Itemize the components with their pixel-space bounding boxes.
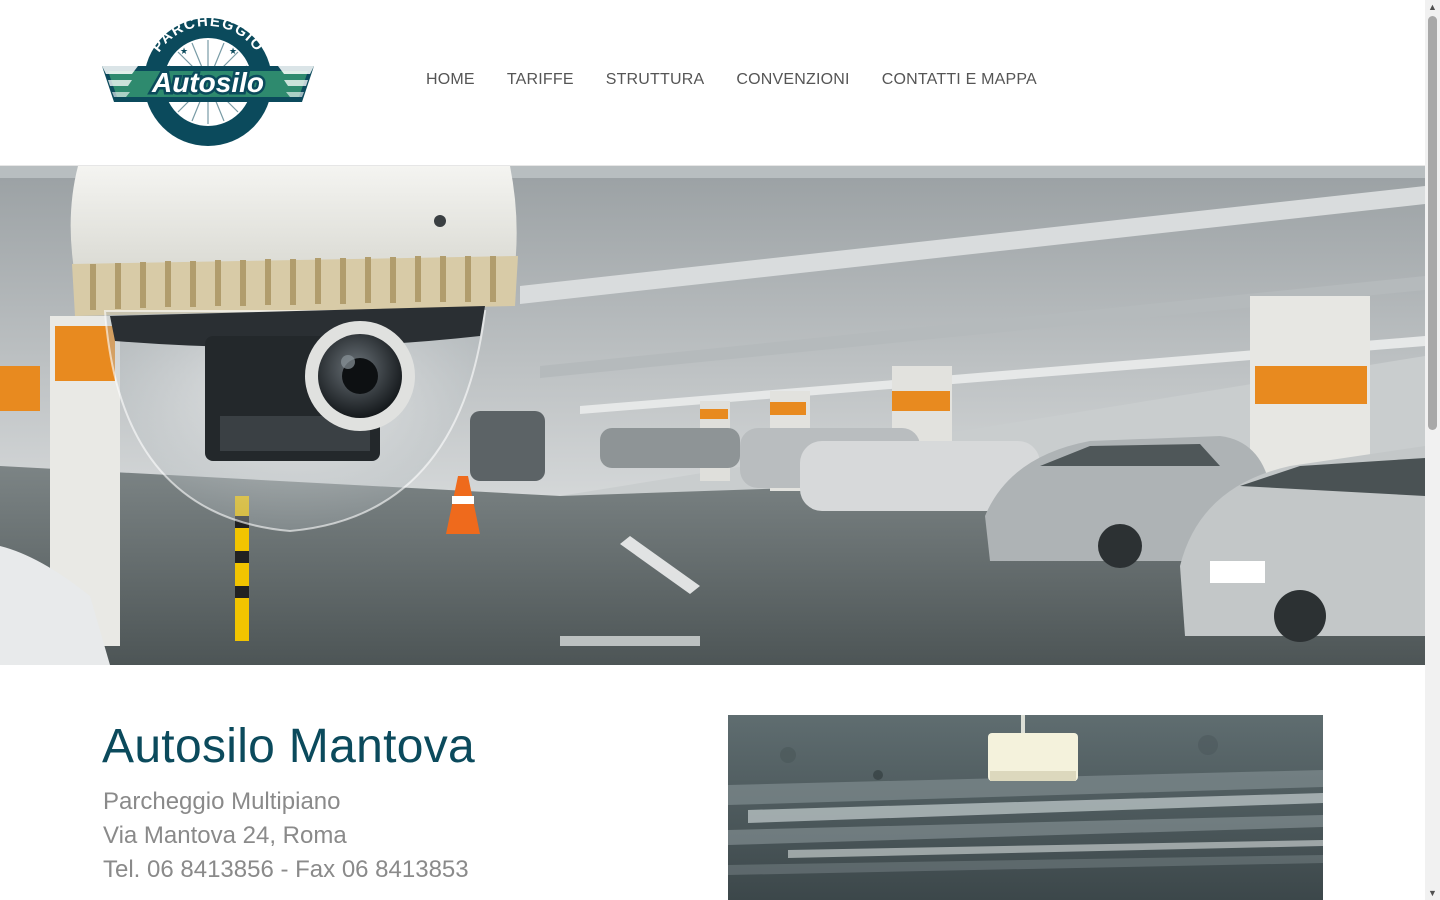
parking-ceiling-photo [728,715,1323,900]
intro-section: Autosilo Mantova Parcheggio Multipiano V… [0,665,1425,900]
scrollbar-thumb[interactable] [1428,16,1437,430]
site-header: PARCHEGGIO VIA MANTOVA - ROMA Autosilo ★… [0,0,1425,166]
hero-parking-camera-image [0,166,1425,665]
svg-text:Autosilo: Autosilo [151,67,264,98]
nav-tariffe[interactable]: TARIFFE [491,62,590,98]
site-logo[interactable]: PARCHEGGIO VIA MANTOVA - ROMA Autosilo ★… [102,13,314,160]
nav-struttura[interactable]: STRUTTURA [590,62,721,98]
page-title: Autosilo Mantova [102,720,476,773]
svg-text:★: ★ [180,46,188,56]
vertical-scrollbar[interactable]: ▲ ▼ [1425,0,1440,900]
svg-text:★: ★ [229,46,237,56]
hero-banner [0,166,1425,665]
scroll-down-arrow-icon[interactable]: ▼ [1425,886,1440,900]
contact-info: Parcheggio Multipiano Via Mantova 24, Ro… [103,785,469,887]
nav-home[interactable]: HOME [410,62,491,98]
parking-ceiling-image [728,715,1323,900]
scroll-up-arrow-icon[interactable]: ▲ [1425,0,1440,14]
nav-contatti-e-mappa[interactable]: CONTATTI E MAPPA [866,62,1053,98]
page: PARCHEGGIO VIA MANTOVA - ROMA Autosilo ★… [0,0,1425,900]
autosilo-logo-icon: PARCHEGGIO VIA MANTOVA - ROMA Autosilo ★… [102,13,314,160]
address-text: Via Mantova 24, Roma [103,822,347,849]
subtitle-text: Parcheggio Multipiano [103,788,341,815]
nav-convenzioni[interactable]: CONVENZIONI [720,62,865,98]
main-nav: HOME TARIFFE STRUTTURA CONVENZIONI CONTA… [410,62,1053,98]
phone-fax-text: Tel. 06 8413856 - Fax 06 8413853 [103,856,469,883]
